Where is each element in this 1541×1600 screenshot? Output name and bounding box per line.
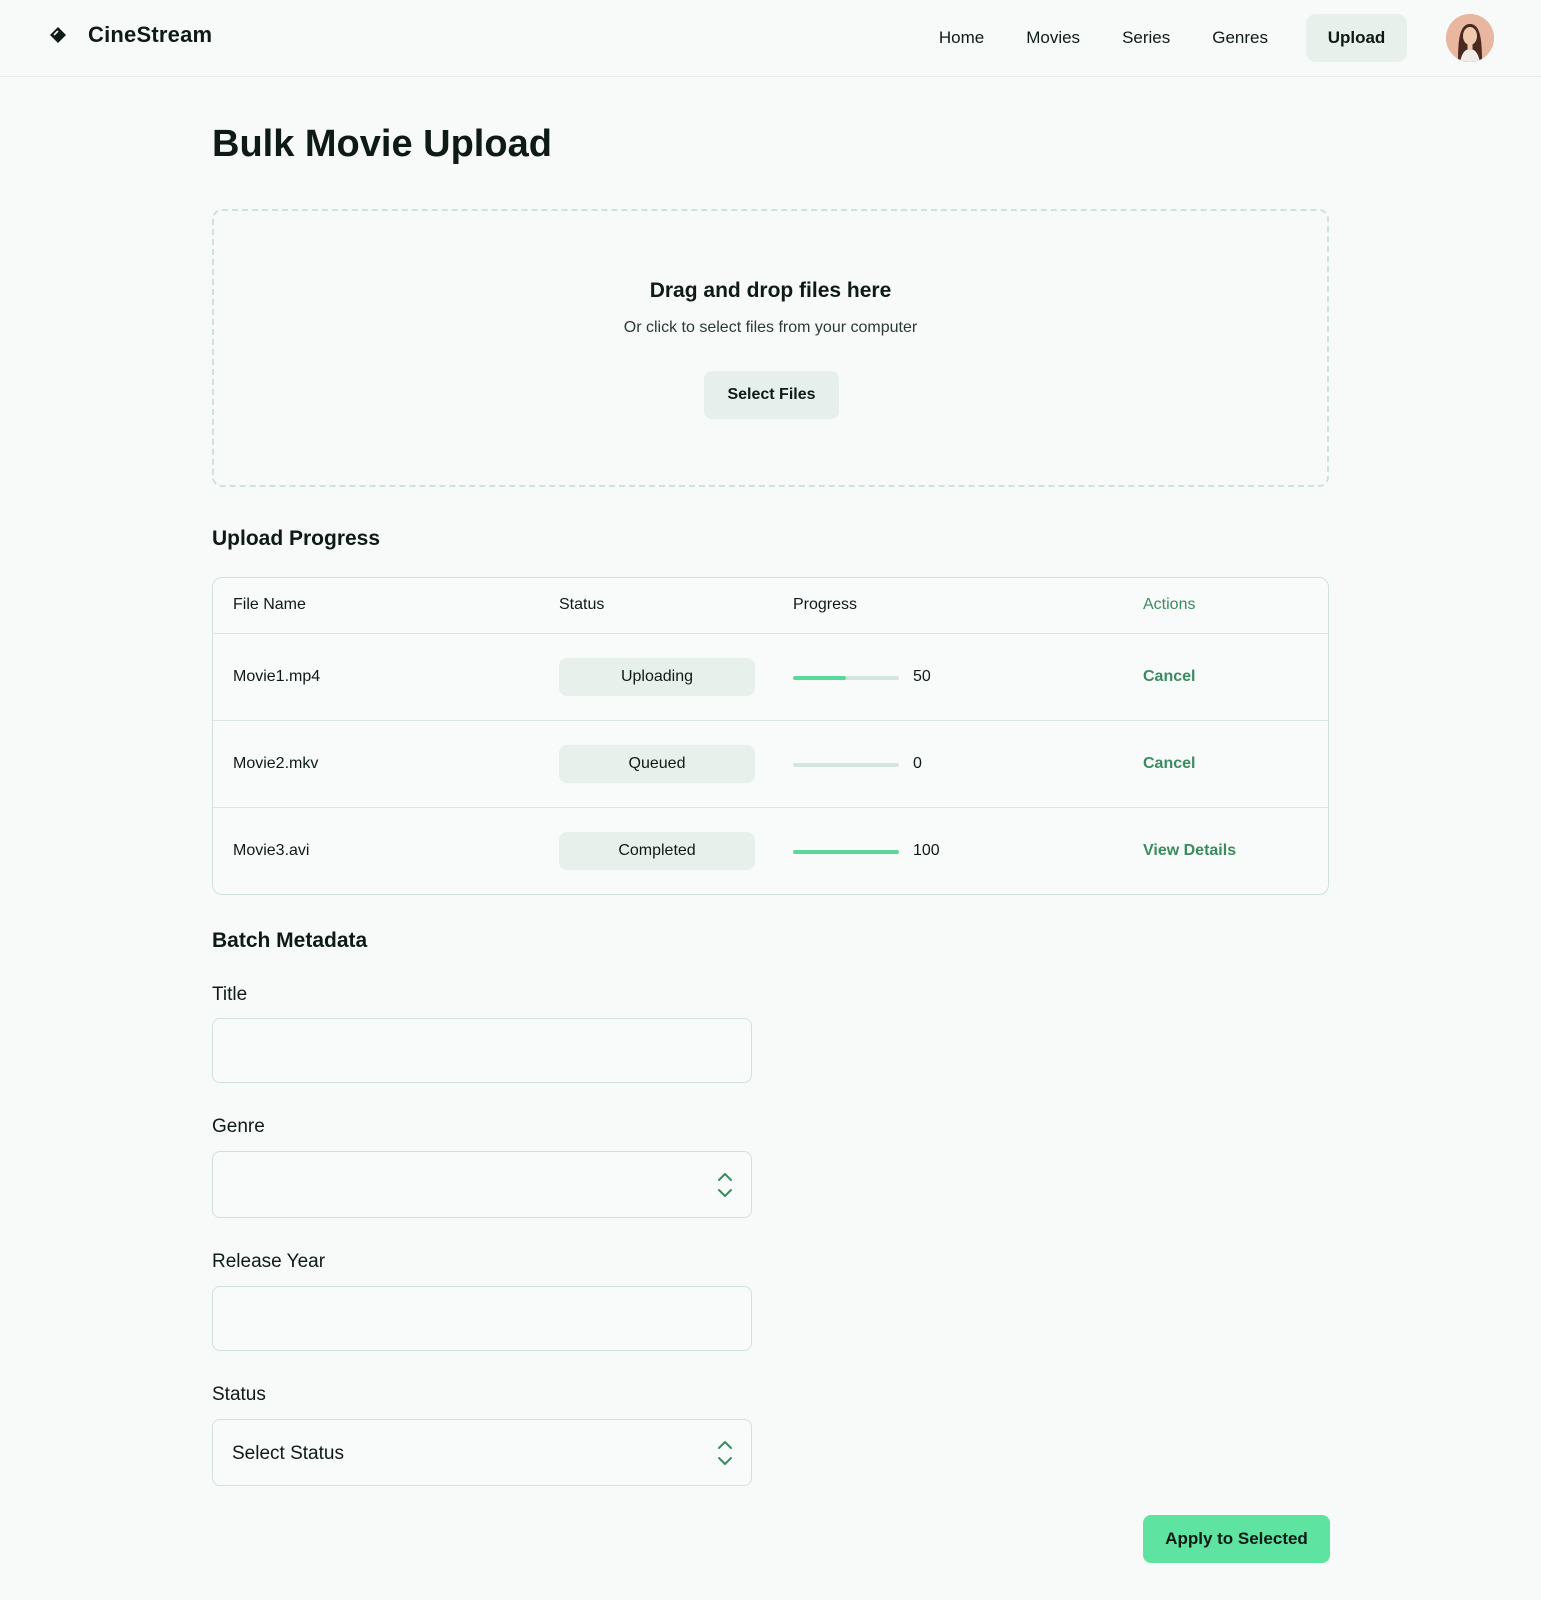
progress-bar-fill [793,676,846,680]
nav-item-upload[interactable]: Upload [1306,14,1407,62]
view-details-button[interactable]: View Details [1143,842,1236,860]
brand[interactable]: CineStream [48,22,212,48]
title-input[interactable] [212,1018,752,1083]
select-files-button[interactable]: Select Files [704,371,839,419]
upload-progress-table: File Name Status Progress Actions Movie1… [212,577,1329,895]
title-field-label: Title [212,984,248,1005]
chevron-up-down-icon [717,1171,733,1199]
progress-bar [793,676,899,680]
brand-name: CineStream [88,22,213,47]
upload-progress-title: Upload Progress [212,527,381,550]
status-select[interactable]: Select Status [212,1419,752,1486]
progress-bar-fill [793,850,899,854]
status-select-value: Select Status [232,1443,344,1464]
table-row: Movie1.mp4 Uploading 50 Cancel [213,634,1328,721]
nav-item-home[interactable]: Home [939,14,984,62]
page-title: Bulk Movie Upload [212,123,552,165]
column-header-status: Status [559,596,605,613]
nav-item-series[interactable]: Series [1122,14,1170,62]
brand-logo-icon [48,25,68,45]
dropzone-title: Drag and drop files here [649,279,892,302]
cancel-button[interactable]: Cancel [1143,755,1195,773]
table-header-row: File Name Status Progress Actions [213,578,1328,634]
cancel-button[interactable]: Cancel [1143,668,1195,686]
apply-to-selected-button[interactable]: Apply to Selected [1143,1515,1330,1563]
release-year-field-label: Release Year [212,1251,326,1272]
column-header-actions: Actions [1143,596,1196,613]
file-name: Movie3.avi [233,842,310,859]
status-field-label: Status [212,1384,266,1405]
main-nav: Home Movies Series Genres Upload [939,14,1407,62]
chevron-up-down-icon [717,1439,733,1467]
column-header-progress: Progress [793,596,858,613]
genre-select[interactable] [212,1151,752,1218]
table-row: Movie2.mkv Queued 0 Cancel [213,721,1328,808]
file-name: Movie2.mkv [233,755,319,772]
genre-field-label: Genre [212,1116,265,1137]
file-dropzone[interactable]: Drag and drop files here Or click to sel… [212,209,1329,487]
status-badge: Completed [559,832,755,870]
dropzone-subtitle: Or click to select files from your compu… [623,319,918,336]
progress-value: 50 [913,668,931,685]
status-badge: Queued [559,745,755,783]
progress-bar [793,850,899,854]
progress-bar [793,763,899,767]
progress-value: 0 [913,755,922,772]
batch-metadata-title: Batch Metadata [212,929,368,952]
nav-item-movies[interactable]: Movies [1026,14,1080,62]
nav-item-genres[interactable]: Genres [1212,14,1268,62]
file-name: Movie1.mp4 [233,668,321,685]
progress-value: 100 [913,842,940,859]
user-avatar[interactable] [1446,14,1494,62]
column-header-file-name: File Name [233,596,306,613]
status-badge: Uploading [559,658,755,696]
release-year-input[interactable] [212,1286,752,1351]
top-navigation-bar: CineStream Home Movies Series Genres Upl… [0,0,1541,77]
table-row: Movie3.avi Completed 100 View Details [213,808,1328,894]
